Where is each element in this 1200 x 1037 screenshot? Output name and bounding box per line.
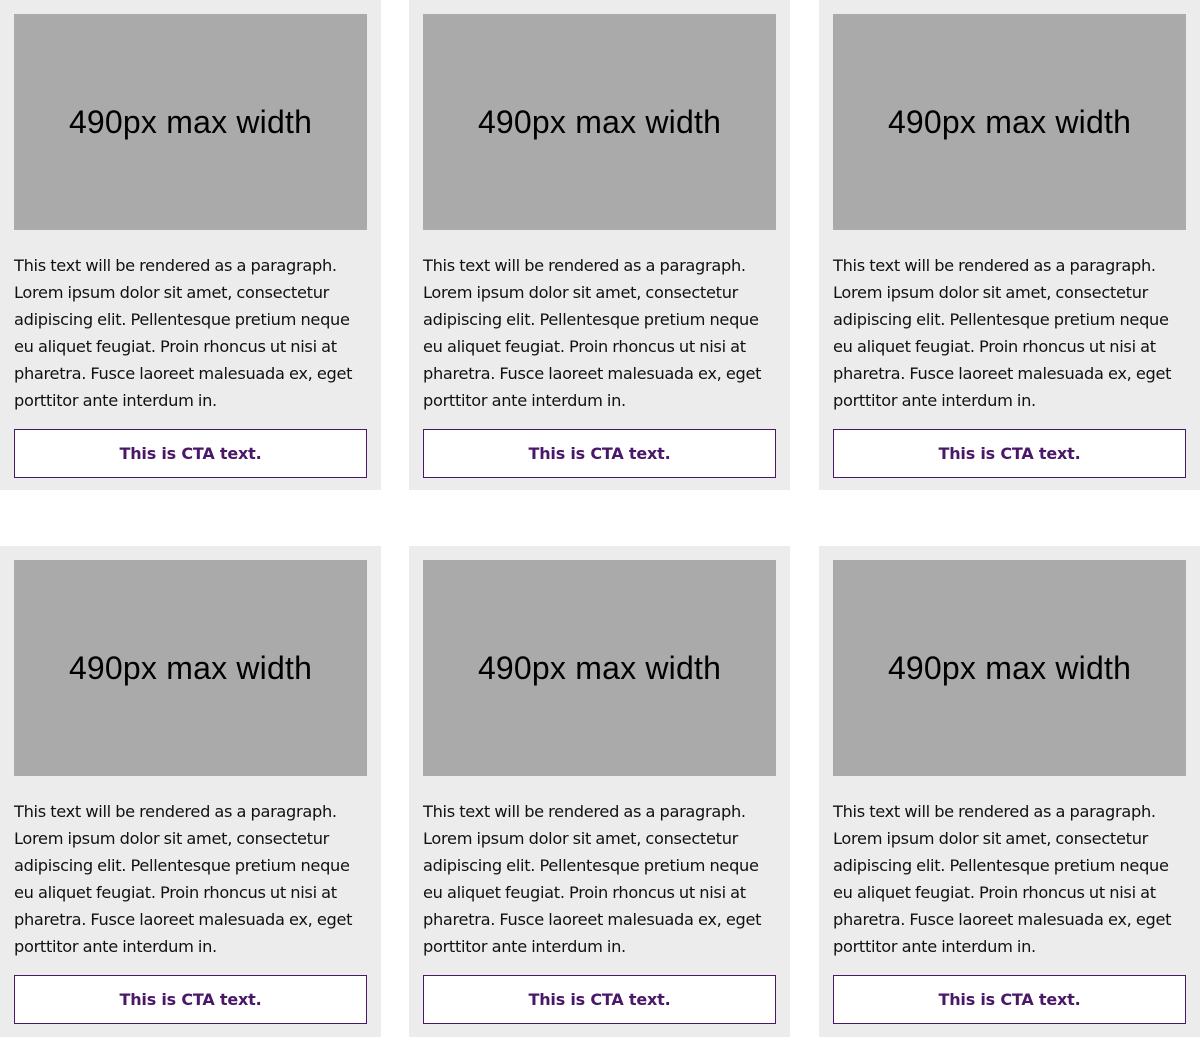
card-paragraph: This text will be rendered as a paragrap… <box>14 802 353 956</box>
card-image-placeholder: 490px max width <box>14 14 367 230</box>
card-grid: 490px max width This text will be render… <box>0 0 1200 1037</box>
cta-button[interactable]: This is CTA text. <box>14 975 367 1024</box>
card: 490px max width This text will be render… <box>819 0 1200 490</box>
card: 490px max width This text will be render… <box>0 546 381 1037</box>
cta-button-label: This is CTA text. <box>119 990 262 1009</box>
card-image-placeholder: 490px max width <box>423 14 776 230</box>
card-image-placeholder: 490px max width <box>833 560 1186 776</box>
card-image-placeholder: 490px max width <box>833 14 1186 230</box>
card: 490px max width This text will be render… <box>819 546 1200 1037</box>
card-image-placeholder: 490px max width <box>14 560 367 776</box>
cta-button-label: This is CTA text. <box>938 444 1081 463</box>
card-paragraph: This text will be rendered as a paragrap… <box>14 256 353 410</box>
card-image-label: 490px max width <box>887 649 1132 686</box>
cta-button[interactable]: This is CTA text. <box>423 975 776 1024</box>
card: 490px max width This text will be render… <box>409 546 790 1037</box>
card: 490px max width This text will be render… <box>409 0 790 490</box>
card-image-label: 490px max width <box>887 103 1132 140</box>
card-paragraph: This text will be rendered as a paragrap… <box>833 802 1172 956</box>
cta-button[interactable]: This is CTA text. <box>14 429 367 478</box>
card-image-label: 490px max width <box>68 103 313 140</box>
cta-button[interactable]: This is CTA text. <box>423 429 776 478</box>
cta-button-label: This is CTA text. <box>938 990 1081 1009</box>
cta-button-label: This is CTA text. <box>528 444 671 463</box>
card-paragraph: This text will be rendered as a paragrap… <box>423 802 762 956</box>
cta-button-label: This is CTA text. <box>528 990 671 1009</box>
card-paragraph: This text will be rendered as a paragrap… <box>423 256 762 410</box>
card-image-label: 490px max width <box>477 649 722 686</box>
card-paragraph: This text will be rendered as a paragrap… <box>833 256 1172 410</box>
cta-button-label: This is CTA text. <box>119 444 262 463</box>
card: 490px max width This text will be render… <box>0 0 381 490</box>
card-image-label: 490px max width <box>68 649 313 686</box>
cta-button[interactable]: This is CTA text. <box>833 975 1186 1024</box>
card-image-placeholder: 490px max width <box>423 560 776 776</box>
cta-button[interactable]: This is CTA text. <box>833 429 1186 478</box>
card-image-label: 490px max width <box>477 103 722 140</box>
